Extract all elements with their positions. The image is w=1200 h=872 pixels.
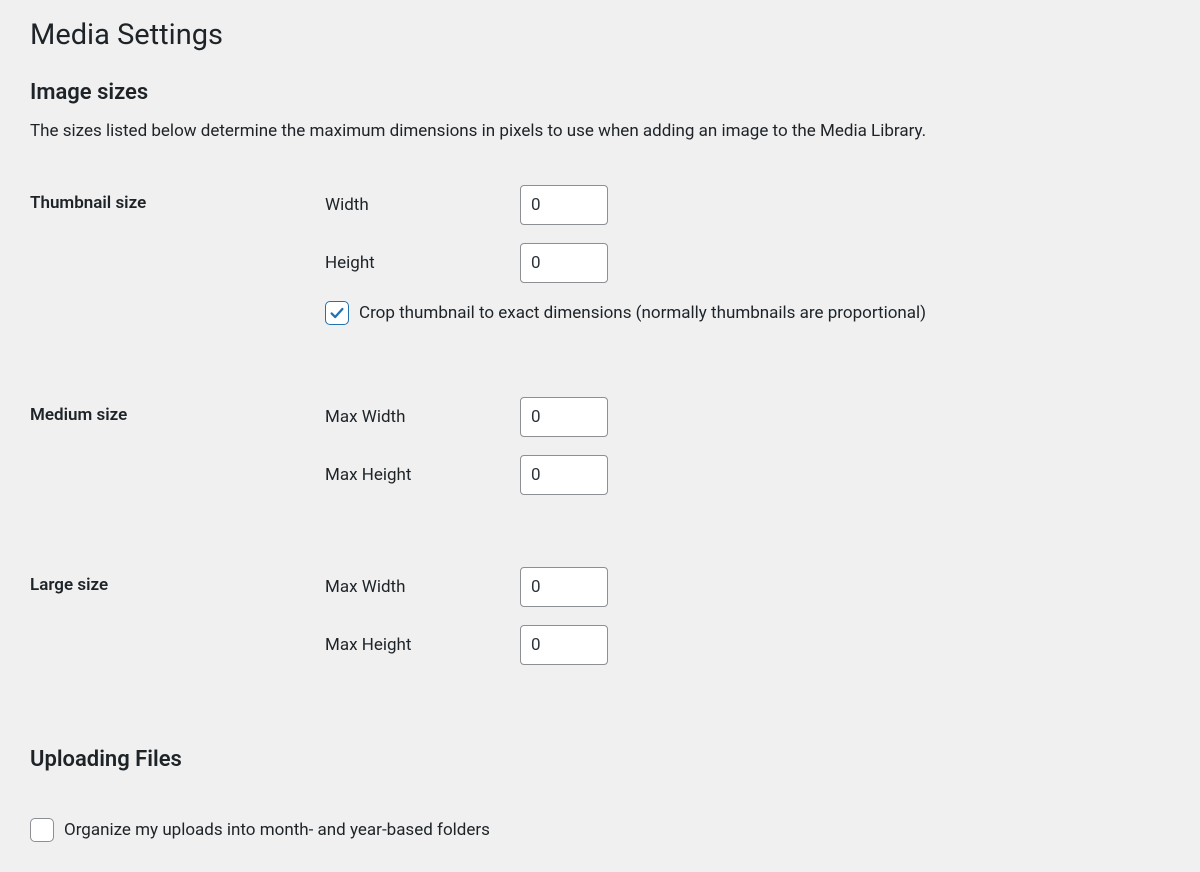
medium-size-fields: Max Width Max Height	[325, 397, 1170, 513]
medium-maxwidth-line: Max Width	[325, 397, 1170, 437]
organize-uploads-line: Organize my uploads into month- and year…	[30, 818, 1170, 842]
thumbnail-width-input[interactable]	[520, 185, 608, 225]
thumbnail-height-line: Height	[325, 243, 1170, 283]
organize-uploads-checkbox[interactable]	[30, 818, 54, 842]
medium-maxheight-line: Max Height	[325, 455, 1170, 495]
large-maxheight-line: Max Height	[325, 625, 1170, 665]
large-maxheight-label: Max Height	[325, 635, 520, 655]
image-sizes-description: The sizes listed below determine the max…	[30, 119, 1170, 145]
image-sizes-heading: Image sizes	[30, 80, 1170, 105]
large-maxwidth-line: Max Width	[325, 567, 1170, 607]
uploading-files-heading: Uploading Files	[30, 747, 1170, 772]
page-title: Media Settings	[30, 18, 1170, 52]
thumbnail-crop-label: Crop thumbnail to exact dimensions (norm…	[359, 303, 926, 323]
gap	[30, 529, 1170, 567]
large-size-label: Large size	[30, 567, 325, 595]
medium-maxheight-input[interactable]	[520, 455, 608, 495]
medium-size-label: Medium size	[30, 397, 325, 425]
gap	[30, 699, 1170, 747]
check-icon	[328, 304, 346, 322]
large-size-fields: Max Width Max Height	[325, 567, 1170, 683]
thumbnail-width-label: Width	[325, 195, 520, 215]
large-maxwidth-label: Max Width	[325, 577, 520, 597]
gap	[30, 786, 1170, 814]
thumbnail-crop-line: Crop thumbnail to exact dimensions (norm…	[325, 301, 1170, 325]
thumbnail-size-row: Thumbnail size Width Height Crop thumbna…	[30, 185, 1170, 343]
thumbnail-size-fields: Width Height Crop thumbnail to exact dim…	[325, 185, 1170, 343]
thumbnail-size-label: Thumbnail size	[30, 185, 325, 213]
thumbnail-crop-checkbox[interactable]	[325, 301, 349, 325]
thumbnail-height-label: Height	[325, 253, 520, 273]
medium-maxheight-label: Max Height	[325, 465, 520, 485]
large-maxwidth-input[interactable]	[520, 567, 608, 607]
large-maxheight-input[interactable]	[520, 625, 608, 665]
organize-uploads-label: Organize my uploads into month- and year…	[64, 820, 490, 840]
thumbnail-width-line: Width	[325, 185, 1170, 225]
medium-maxwidth-input[interactable]	[520, 397, 608, 437]
medium-maxwidth-label: Max Width	[325, 407, 520, 427]
medium-size-row: Medium size Max Width Max Height	[30, 397, 1170, 513]
large-size-row: Large size Max Width Max Height	[30, 567, 1170, 683]
thumbnail-height-input[interactable]	[520, 243, 608, 283]
gap	[30, 359, 1170, 397]
